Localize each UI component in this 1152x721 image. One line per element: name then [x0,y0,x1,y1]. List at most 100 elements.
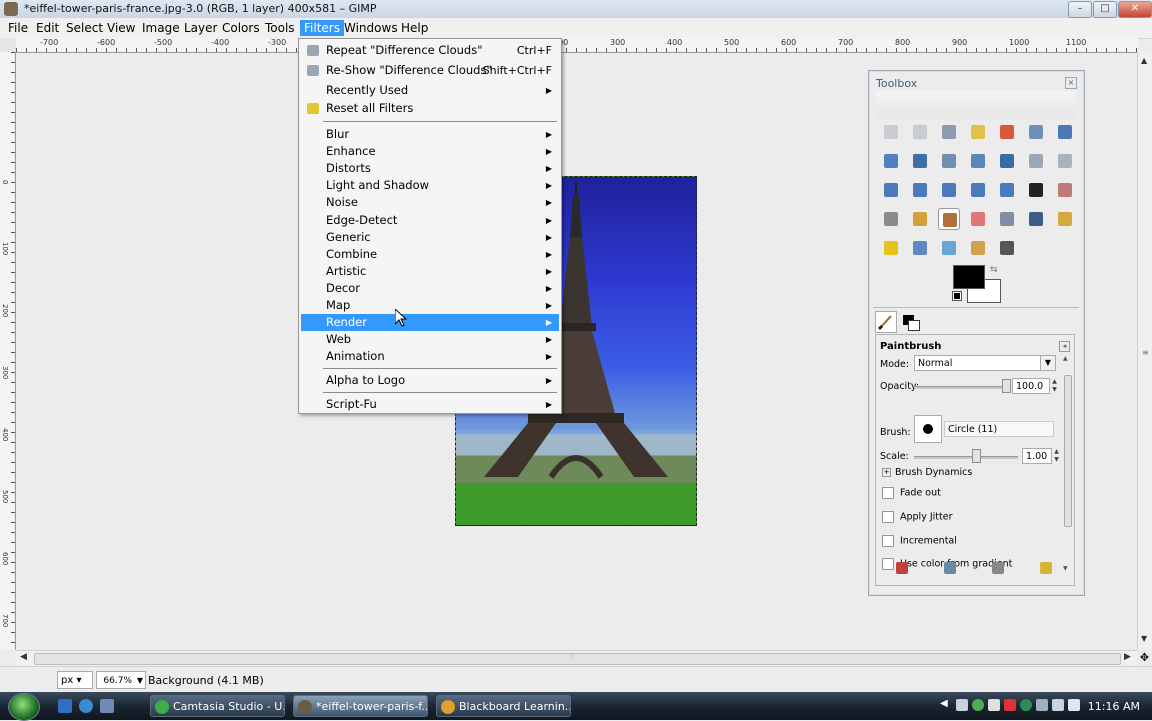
menu-item-decor[interactable]: Decor ▶ [301,280,559,297]
ellipse-select-icon[interactable] [909,121,931,143]
mode-combo[interactable]: Normal ▼ [914,355,1056,371]
flip-icon[interactable] [996,179,1018,201]
opacity-slider[interactable] [914,386,1006,389]
maximize-button[interactable]: □ [1093,1,1117,18]
color-select-icon[interactable] [996,121,1018,143]
move-icon[interactable] [996,150,1018,172]
opacity-input[interactable]: 100.0 [1012,378,1050,394]
scale-icon[interactable] [909,179,931,201]
rect-select-icon[interactable] [880,121,902,143]
menu-item-generic[interactable]: Generic ▶ [301,229,559,246]
unit-selector[interactable]: px ▾ [57,671,93,689]
tray-icon-update[interactable] [1020,699,1032,711]
menu-windows[interactable]: Windows [340,20,402,36]
minimize-button[interactable]: – [1068,1,1092,18]
menu-item-web[interactable]: Web ▶ [301,331,559,348]
panel-menu-icon[interactable]: ◂ [1059,341,1070,352]
paintbrush-icon[interactable] [938,208,960,230]
switch-windows-icon[interactable] [100,699,114,713]
menu-item-reshow[interactable]: Re-Show "Difference Clouds" Shift+Ctrl+F [301,62,559,79]
fuzzy-select-icon[interactable] [967,121,989,143]
blur-icon[interactable] [938,237,960,259]
pencil-icon[interactable] [909,208,931,230]
menu-item-blur[interactable]: Blur ▶ [301,126,559,143]
scroll-up-arrow[interactable]: ▲ [1063,355,1068,362]
scale-slider[interactable] [914,456,1018,459]
incremental-checkbox[interactable]: Incremental [882,535,957,547]
checkbox-box[interactable] [882,535,894,547]
chevron-down-icon[interactable]: ▼ [1040,356,1055,370]
restore-options-icon[interactable] [944,562,956,574]
menu-tools[interactable]: Tools [261,20,299,36]
options-scrollbar[interactable]: ▲ ▼ [1063,355,1072,572]
chevron-down-icon[interactable]: ▼ [137,672,143,690]
scroll-left-arrow[interactable]: ◀ [20,652,27,662]
checkbox-box[interactable] [882,487,894,499]
perspective-clone-icon[interactable] [909,237,931,259]
brush-dynamics-expander[interactable]: + Brush Dynamics [882,467,972,478]
menu-item-animation[interactable]: Animation ▶ [301,348,559,365]
scroll-up-arrow[interactable]: ▲ [1141,56,1147,65]
internet-explorer-icon[interactable] [79,699,93,713]
menu-item-render[interactable]: Render ▶ [301,314,559,332]
foreground-color-swatch[interactable] [953,265,985,289]
menu-view[interactable]: View [103,20,139,36]
checkbox-box[interactable] [882,511,894,523]
scale-slider-knob[interactable] [972,449,981,463]
shear-icon[interactable] [938,179,960,201]
dodge-burn-icon[interactable] [996,237,1018,259]
measure-icon[interactable] [967,150,989,172]
menu-item-noise[interactable]: Noise ▶ [301,194,559,211]
zoom-icon[interactable] [938,150,960,172]
color-picker-icon[interactable] [909,150,931,172]
tray-icon-security[interactable] [1004,699,1016,711]
menu-item-repeat[interactable]: Repeat "Difference Clouds" Ctrl+F [301,42,559,59]
ruler-corner[interactable] [0,38,17,53]
menu-item-edge-detect[interactable]: Edge-Detect ▶ [301,212,559,229]
scroll-down-arrow[interactable]: ▼ [1141,634,1147,643]
horizontal-scroll-thumb[interactable] [34,653,1121,665]
paintbrush-tab-icon[interactable] [875,311,897,333]
taskbar-button[interactable]: Blackboard Learnin... [436,695,571,717]
menu-edit[interactable]: Edit [32,20,63,36]
menu-select[interactable]: Select [62,20,107,36]
scale-spin-arrows[interactable]: ▲ ▼ [1053,448,1060,464]
foreground-select-icon[interactable] [1054,121,1076,143]
eraser-icon[interactable] [967,208,989,230]
scale-input[interactable]: 1.00 [1022,448,1052,464]
menu-item-artistic[interactable]: Artistic ▶ [301,263,559,280]
tray-icon-wifi[interactable] [1052,699,1064,711]
ink-icon[interactable] [1025,208,1047,230]
show-hidden-icons[interactable]: ◀ [940,698,948,709]
scroll-right-arrow[interactable]: ▶ [1124,652,1131,662]
fade-out-checkbox[interactable]: Fade out [882,487,941,499]
tray-icon-network[interactable] [956,699,968,711]
show-desktop-icon[interactable] [58,699,72,713]
menu-item-light-and-shadow[interactable]: Light and Shadow ▶ [301,177,559,194]
close-button[interactable]: ✕ [1118,1,1152,18]
tray-icon-camtasia[interactable] [972,699,984,711]
menu-item-script-fu[interactable]: Script-Fu ▶ [301,396,559,413]
align-icon[interactable] [1025,150,1047,172]
menu-layer[interactable]: Layer [180,20,221,36]
menu-colors[interactable]: Colors [218,20,264,36]
cage-icon[interactable] [1054,179,1076,201]
menu-item-combine[interactable]: Combine ▶ [301,246,559,263]
menu-item-enhance[interactable]: Enhance ▶ [301,143,559,160]
start-button[interactable] [8,693,40,721]
smudge-icon[interactable] [967,237,989,259]
tray-icon-dropbox[interactable] [988,699,1000,711]
blend-icon[interactable] [880,208,902,230]
tray-icon-display[interactable] [1036,699,1048,711]
toolbox-close-icon[interactable]: × [1065,77,1077,89]
opacity-slider-knob[interactable] [1002,379,1011,393]
airbrush-icon[interactable] [996,208,1018,230]
save-options-icon[interactable] [896,562,908,574]
reset-options-icon[interactable] [1040,562,1052,574]
options-scroll-thumb[interactable] [1064,375,1072,527]
heal-icon[interactable] [880,237,902,259]
navigate-icon[interactable]: ✥ [1137,650,1152,665]
menu-item-reset-all[interactable]: Reset all Filters [301,100,559,117]
opacity-spin-arrows[interactable]: ▲ ▼ [1051,378,1058,394]
paths-icon[interactable] [880,150,902,172]
